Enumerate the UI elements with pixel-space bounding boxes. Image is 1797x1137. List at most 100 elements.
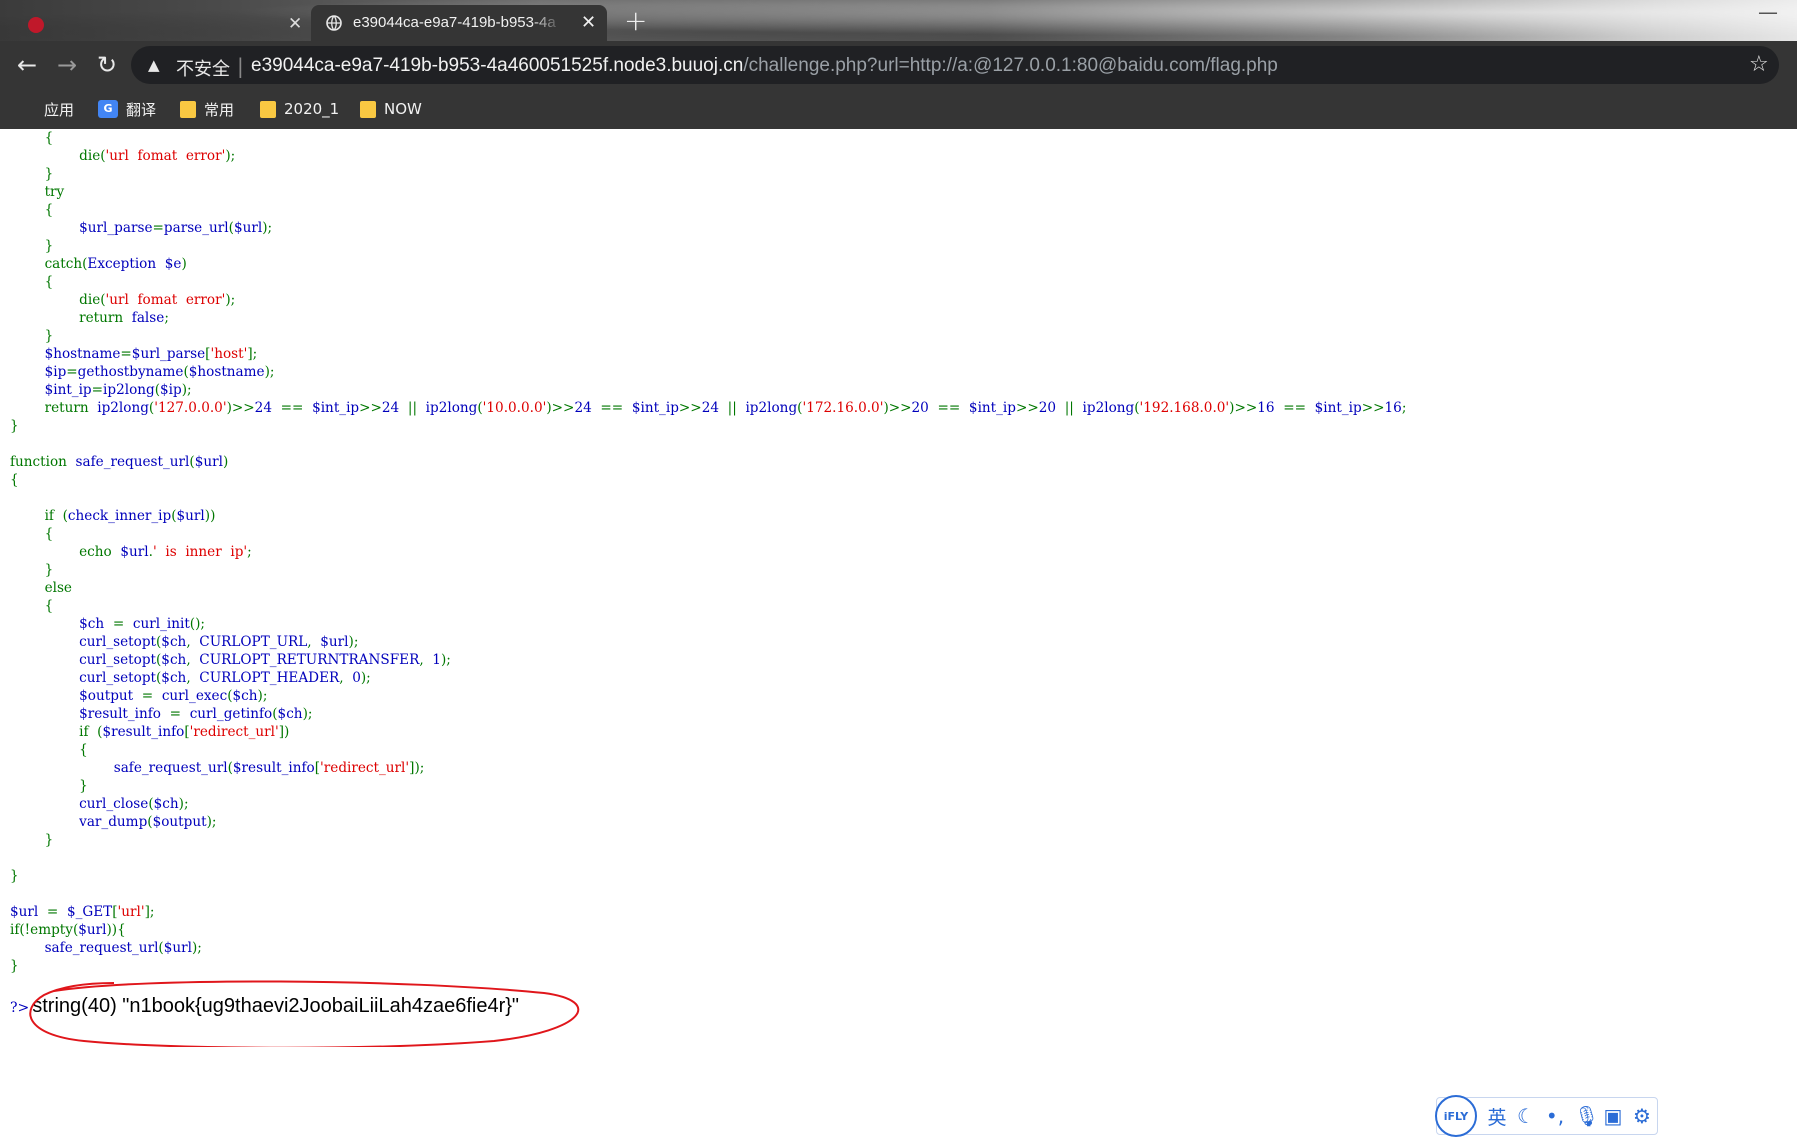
code-line: } [10,831,1406,849]
code-token: ); [257,688,268,704]
bookmark-apps[interactable]: 应用 [18,98,74,120]
language-toggle[interactable]: 英 [1487,1103,1507,1130]
bookmark-star-icon[interactable]: ☆ [1749,52,1769,77]
code-token: '172.16.0.0' [802,400,884,416]
code-token: )>> [883,400,912,416]
code-token: 'redirect_url' [320,760,410,776]
address-bar[interactable]: ▲ 不安全 | e39044ca-e9a7-419b-b953-4a460051… [131,46,1779,84]
tab-active[interactable]: e39044ca-e9a7-419b-b953-4a ✕ [311,5,607,41]
bookmark-folder-2020[interactable]: 2020_1 [260,98,339,120]
new-tab-button[interactable]: + [624,4,647,37]
code-token: )>> [546,400,575,416]
code-token: curl_setopt [79,652,156,668]
code-token: return [10,310,132,326]
address-separator: | [237,54,244,78]
code-line: else [10,579,1406,597]
code-token: ); [178,796,189,812]
code-token: $output [79,688,134,704]
keyboard-icon[interactable]: ▣ [1603,1104,1623,1128]
code-token: = [91,382,104,398]
punctuation-icon[interactable]: •, [1545,1104,1565,1128]
code-token: $int_ip [1314,400,1362,416]
forward-arrow-icon[interactable]: → [53,51,81,79]
globe-icon [326,15,342,31]
tab-inactive[interactable]: ✕ [8,6,304,41]
code-token: ); [225,148,236,164]
code-token: ); [206,814,217,830]
code-token: false [131,310,165,326]
code-line: { [10,471,1406,489]
output-line: ?> string(40) "n1book{ug9thaevi2JoobaiLii… [10,995,519,1018]
code-token: $url [194,454,223,470]
security-label[interactable]: 不安全 [176,55,230,81]
code-token: $ch [161,652,187,668]
code-token: $ch [161,634,187,650]
code-token: $url [233,220,263,236]
code-token: 24 [381,400,408,416]
settings-gear-icon[interactable]: ⚙ [1632,1104,1652,1128]
code-token: ); [262,220,273,236]
code-line: catch(Exception $e) [10,255,1406,273]
code-token: curl_setopt [79,670,156,686]
code-token: var_dump [79,814,148,830]
tab-close-icon[interactable]: ✕ [288,14,302,34]
code-token: { [10,742,88,758]
code-token: catch( [10,256,88,272]
code-token: || [407,400,426,416]
code-token: CURLOPT_RETURNTRANSFER [199,652,420,668]
bookmark-folder-now[interactable]: NOW [360,98,422,120]
code-token: if ( [10,508,68,524]
url-path: /challenge.php?url=http://a:@127.0.0.1:8… [743,55,1278,76]
ifly-logo[interactable]: iFLY [1435,1095,1477,1137]
code-token: curl_exec [161,688,228,704]
reload-icon[interactable]: ↻ [93,51,121,79]
bookmark-translate[interactable]: G 翻译 [98,98,156,120]
code-token: safe_request_url [44,940,159,956]
code-token: $ch [161,670,187,686]
code-token: , [186,634,200,650]
code-token: } [10,238,54,254]
code-token: $url [320,634,349,650]
code-token: { [10,598,54,614]
code-token: safe_request_url [75,454,190,470]
folder-icon [360,100,376,118]
warning-triangle-icon[interactable]: ▲ [148,56,160,74]
back-arrow-icon[interactable]: ← [13,51,41,79]
bookmark-folder-common[interactable]: 常用 [180,98,234,120]
code-token: $result_info [79,706,161,722]
url-text[interactable]: e39044ca-e9a7-419b-b953-4a460051525f.nod… [251,55,1278,77]
code-line: return false; [10,309,1406,327]
code-token: , [419,652,433,668]
code-token: , [186,652,200,668]
tab-title: e39044ca-e9a7-419b-b953-4a [353,14,556,31]
code-token: 20 [1038,400,1065,416]
code-token: $url_parse [79,220,153,236]
code-token: function [10,454,76,470]
tab-close-icon[interactable]: ✕ [581,12,596,33]
microphone-icon[interactable]: 🎙 [1574,1104,1599,1128]
code-line: } [10,417,1406,435]
code-token: ; [1401,400,1407,416]
code-token: == [600,400,632,416]
code-token: == [937,400,969,416]
code-line: $url_parse=parse_url($url); [10,219,1406,237]
code-line: { [10,597,1406,615]
code-token: ) [222,454,229,470]
folder-icon [260,100,276,118]
ime-toolbar[interactable]: iFLY 英 ☾ •, 🎙 ▣ ⚙ [1435,1095,1658,1137]
code-token: '127.0.0.0' [154,400,227,416]
code-line: curl_setopt($ch, CURLOPT_URL, $url); [10,633,1406,651]
code-token: = [133,688,162,704]
minimize-icon[interactable]: — [1758,0,1778,24]
bookmarks-bar: 应用 G 翻译 常用 2020_1 NOW [0,89,1797,129]
code-token: else [10,580,72,596]
moon-icon[interactable]: ☾ [1516,1104,1536,1128]
code-token: 'url fomat error' [105,292,226,308]
folder-icon [180,100,196,118]
bookmark-label: 翻译 [126,100,157,119]
code-token: $ch [153,796,179,812]
